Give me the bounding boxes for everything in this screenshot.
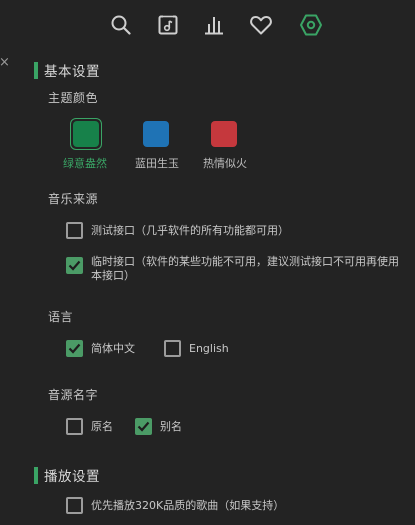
section-accent-bar <box>34 61 38 79</box>
source-temp-api-checkbox[interactable] <box>66 257 83 274</box>
heart-icon[interactable] <box>248 12 274 38</box>
name-original-checkbox[interactable] <box>66 418 83 435</box>
source-name-label: 音源名字 <box>48 388 99 402</box>
theme-label-red: 热情似火 <box>203 157 247 170</box>
check-icon <box>137 421 150 432</box>
source-temp-api-text: 临时接口（软件的某些功能不可用，建议测试接口不可用再使用 <box>91 255 399 268</box>
section-play-settings: 播放设置 <box>34 466 100 485</box>
check-icon <box>68 343 81 354</box>
name-alias-text: 别名 <box>160 420 182 433</box>
section-basic-settings: 基本设置 <box>34 61 100 80</box>
source-test-api-text: 测试接口（几乎软件的所有功能都可用） <box>91 224 289 237</box>
theme-swatch-red[interactable] <box>211 121 237 147</box>
theme-color-label: 主题颜色 <box>48 91 99 105</box>
source-temp-api-text-cont: 本接口） <box>91 269 135 282</box>
play-320k-text: 优先播放320K品质的歌曲（如果支持） <box>91 499 285 512</box>
music-file-icon[interactable] <box>155 12 181 38</box>
lang-en-text: English <box>189 342 229 355</box>
language-label: 语言 <box>48 310 74 324</box>
settings-hex-icon[interactable] <box>298 12 324 38</box>
theme-label-green: 绿意盎然 <box>63 157 107 170</box>
play-320k-checkbox[interactable] <box>66 497 83 514</box>
section-title: 播放设置 <box>44 469 100 485</box>
lang-zh-text: 简体中文 <box>91 342 135 355</box>
source-test-api-checkbox[interactable] <box>66 222 83 239</box>
check-icon <box>68 260 81 271</box>
search-icon[interactable] <box>108 12 134 38</box>
theme-label-blue: 蓝田生玉 <box>135 157 179 170</box>
bar-chart-icon[interactable] <box>201 12 227 38</box>
music-source-label: 音乐来源 <box>48 192 99 206</box>
close-icon[interactable]: × <box>0 56 10 69</box>
theme-swatch-blue[interactable] <box>143 121 169 147</box>
theme-swatch-green[interactable] <box>73 121 99 147</box>
lang-zh-checkbox[interactable] <box>66 340 83 357</box>
section-accent-bar <box>34 466 38 484</box>
name-original-text: 原名 <box>91 420 113 433</box>
name-alias-checkbox[interactable] <box>135 418 152 435</box>
lang-en-checkbox[interactable] <box>164 340 181 357</box>
top-toolbar <box>0 12 415 40</box>
section-title: 基本设置 <box>44 64 100 80</box>
